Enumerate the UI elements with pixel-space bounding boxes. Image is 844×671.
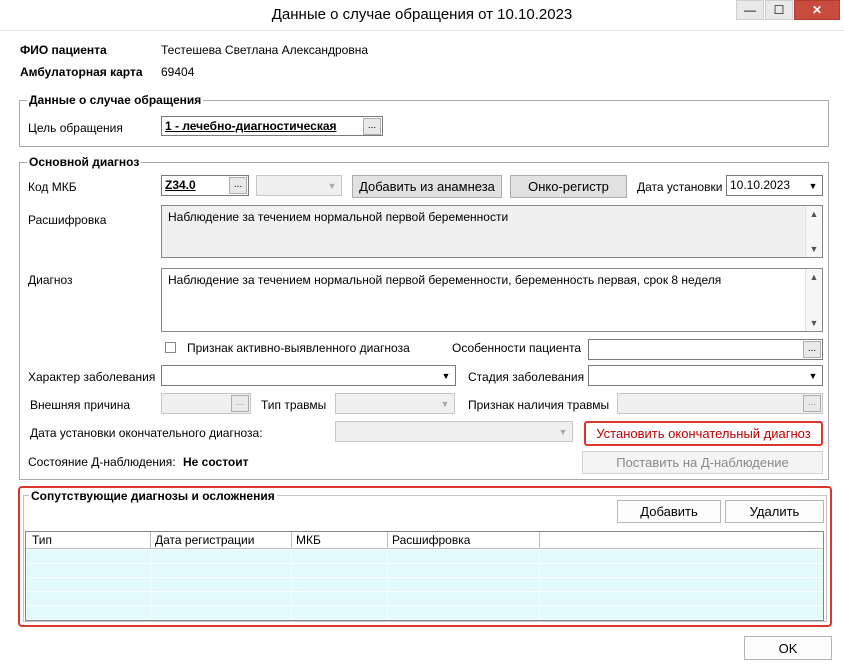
add-from-anamnesis-button[interactable]: Добавить из анамнеза: [352, 175, 502, 198]
external-cause-field: ...: [161, 393, 251, 414]
row-column-line: [291, 550, 292, 620]
date-value: 10.10.2023: [730, 178, 791, 192]
scroll-up-icon[interactable]: ▲: [806, 206, 822, 222]
table-row[interactable]: [26, 564, 823, 578]
ellipsis-icon: ...: [367, 120, 377, 131]
title-bar: Данные о случае обращения от 10.10.2023 …: [0, 0, 844, 31]
trauma-type-dropdown: ▼: [335, 393, 455, 414]
table-header: Тип Дата регистрации МКБ Расшифровка: [26, 532, 823, 549]
ellipsis-icon: ...: [235, 397, 245, 408]
ok-button[interactable]: OK: [744, 636, 832, 660]
trauma-presence-field: ...: [617, 393, 823, 414]
date-label: Дата установки: [637, 180, 723, 194]
close-icon: ✕: [811, 3, 823, 17]
decoding-label: Расшифровка: [28, 213, 107, 227]
column-divider[interactable]: [291, 532, 292, 548]
scroll-up-icon[interactable]: ▲: [806, 269, 822, 285]
d-status-label: Состояние Д-наблюдения:: [28, 455, 176, 469]
chevron-down-icon: ▼: [808, 370, 818, 381]
window-title: Данные о случае обращения от 10.10.2023: [271, 6, 573, 23]
close-button[interactable]: ✕: [794, 0, 840, 20]
ellipsis-icon: ...: [233, 179, 243, 190]
main-diagnosis-legend: Основной диагноз: [27, 155, 142, 169]
mkb-label: Код МКБ: [28, 180, 77, 194]
purpose-select-button[interactable]: ...: [363, 118, 381, 135]
add-concomitant-button[interactable]: Добавить: [617, 500, 721, 523]
ellipsis-icon: ...: [807, 397, 817, 408]
mkb-select-button[interactable]: ...: [229, 177, 247, 194]
fio-label: ФИО пациента: [20, 43, 107, 57]
trauma-type-label: Тип травмы: [261, 398, 327, 412]
trauma-presence-select-button: ...: [803, 395, 821, 412]
column-header-type[interactable]: Тип: [32, 533, 52, 547]
table-row[interactable]: [26, 592, 823, 606]
table-row[interactable]: [26, 550, 823, 564]
chevron-down-icon: ▼: [558, 426, 568, 437]
purpose-label: Цель обращения: [28, 121, 123, 135]
row-column-line: [150, 550, 151, 620]
mkb-subcode-dropdown[interactable]: ▼: [256, 175, 342, 196]
row-column-line: [539, 550, 540, 620]
disease-nature-dropdown[interactable]: ▼: [161, 365, 456, 386]
column-header-reg-date[interactable]: Дата регистрации: [155, 533, 254, 547]
patient-features-label: Особенности пациента: [452, 341, 582, 355]
concomitant-table[interactable]: Тип Дата регистрации МКБ Расшифровка: [25, 531, 824, 621]
active-diagnosis-checkbox[interactable]: [165, 342, 176, 353]
column-divider[interactable]: [150, 532, 151, 548]
d-status-value: Не состоит: [183, 455, 249, 469]
ellipsis-icon: ...: [807, 343, 817, 354]
minimize-button[interactable]: —: [736, 0, 764, 20]
decoding-value: Наблюдение за течением нормальной первой…: [168, 210, 509, 224]
mkb-value: Z34.0: [165, 178, 196, 192]
mkb-field[interactable]: Z34.0 ...: [161, 175, 249, 196]
calendar-dropdown-icon[interactable]: ▼: [805, 176, 821, 195]
date-picker[interactable]: 10.10.2023 ▼: [726, 175, 823, 196]
column-header-mkb[interactable]: МКБ: [296, 533, 321, 547]
scroll-down-icon[interactable]: ▼: [806, 315, 822, 331]
purpose-value: 1 - лечебно-диагностическая: [165, 119, 337, 133]
maximize-button[interactable]: ☐: [765, 0, 793, 20]
disease-stage-dropdown[interactable]: ▼: [588, 365, 823, 386]
external-cause-label: Внешняя причина: [30, 398, 131, 412]
card-value: 69404: [161, 65, 195, 79]
set-final-diagnosis-button[interactable]: Установить окончательный диагноз: [584, 421, 823, 446]
decoding-memo: Наблюдение за течением нормальной первой…: [161, 205, 823, 258]
case-data-legend: Данные о случае обращения: [27, 93, 204, 107]
diagnosis-memo[interactable]: Наблюдение за течением нормальной первой…: [161, 268, 823, 332]
concomitant-legend: Сопутствующие диагнозы и осложнения: [29, 489, 277, 503]
final-date-dropdown: ▼: [335, 421, 573, 442]
table-row[interactable]: [26, 606, 823, 620]
chevron-down-icon: ▼: [441, 370, 451, 381]
column-divider[interactable]: [539, 532, 540, 548]
delete-concomitant-button[interactable]: Удалить: [725, 500, 824, 523]
external-cause-select-button: ...: [231, 395, 249, 412]
row-column-line: [387, 550, 388, 620]
table-row[interactable]: [26, 578, 823, 592]
minimize-icon: —: [744, 3, 756, 17]
diagnosis-scrollbar[interactable]: ▲ ▼: [805, 269, 822, 331]
put-on-d-observation-button: Поставить на Д-наблюдение: [582, 451, 823, 474]
trauma-presence-label: Признак наличия травмы: [468, 398, 610, 412]
patient-features-select-button[interactable]: ...: [803, 341, 821, 358]
case-data-group: [19, 100, 829, 147]
diagnosis-label: Диагноз: [28, 273, 73, 287]
scroll-down-icon[interactable]: ▼: [806, 241, 822, 257]
chevron-down-icon: ▼: [327, 180, 337, 191]
card-label: Амбулаторная карта: [20, 65, 143, 79]
patient-features-field[interactable]: ...: [588, 339, 823, 360]
decoding-scrollbar[interactable]: ▲ ▼: [805, 206, 822, 257]
disease-nature-label: Характер заболевания: [28, 370, 156, 384]
disease-stage-label: Стадия заболевания: [468, 370, 585, 384]
chevron-down-icon: ▼: [440, 398, 450, 409]
purpose-field[interactable]: 1 - лечебно-диагностическая ...: [161, 116, 383, 136]
column-header-decoding[interactable]: Расшифровка: [392, 533, 470, 547]
column-divider[interactable]: [387, 532, 388, 548]
final-date-label: Дата установки окончательного диагноза:: [30, 426, 263, 440]
maximize-icon: ☐: [773, 3, 785, 17]
onko-register-button[interactable]: Онко-регистр: [510, 175, 627, 198]
fio-value: Тестешева Светлана Александровна: [161, 43, 369, 57]
active-diagnosis-label: Признак активно-выявленного диагноза: [187, 341, 410, 355]
diagnosis-value: Наблюдение за течением нормальной первой…: [168, 273, 722, 287]
